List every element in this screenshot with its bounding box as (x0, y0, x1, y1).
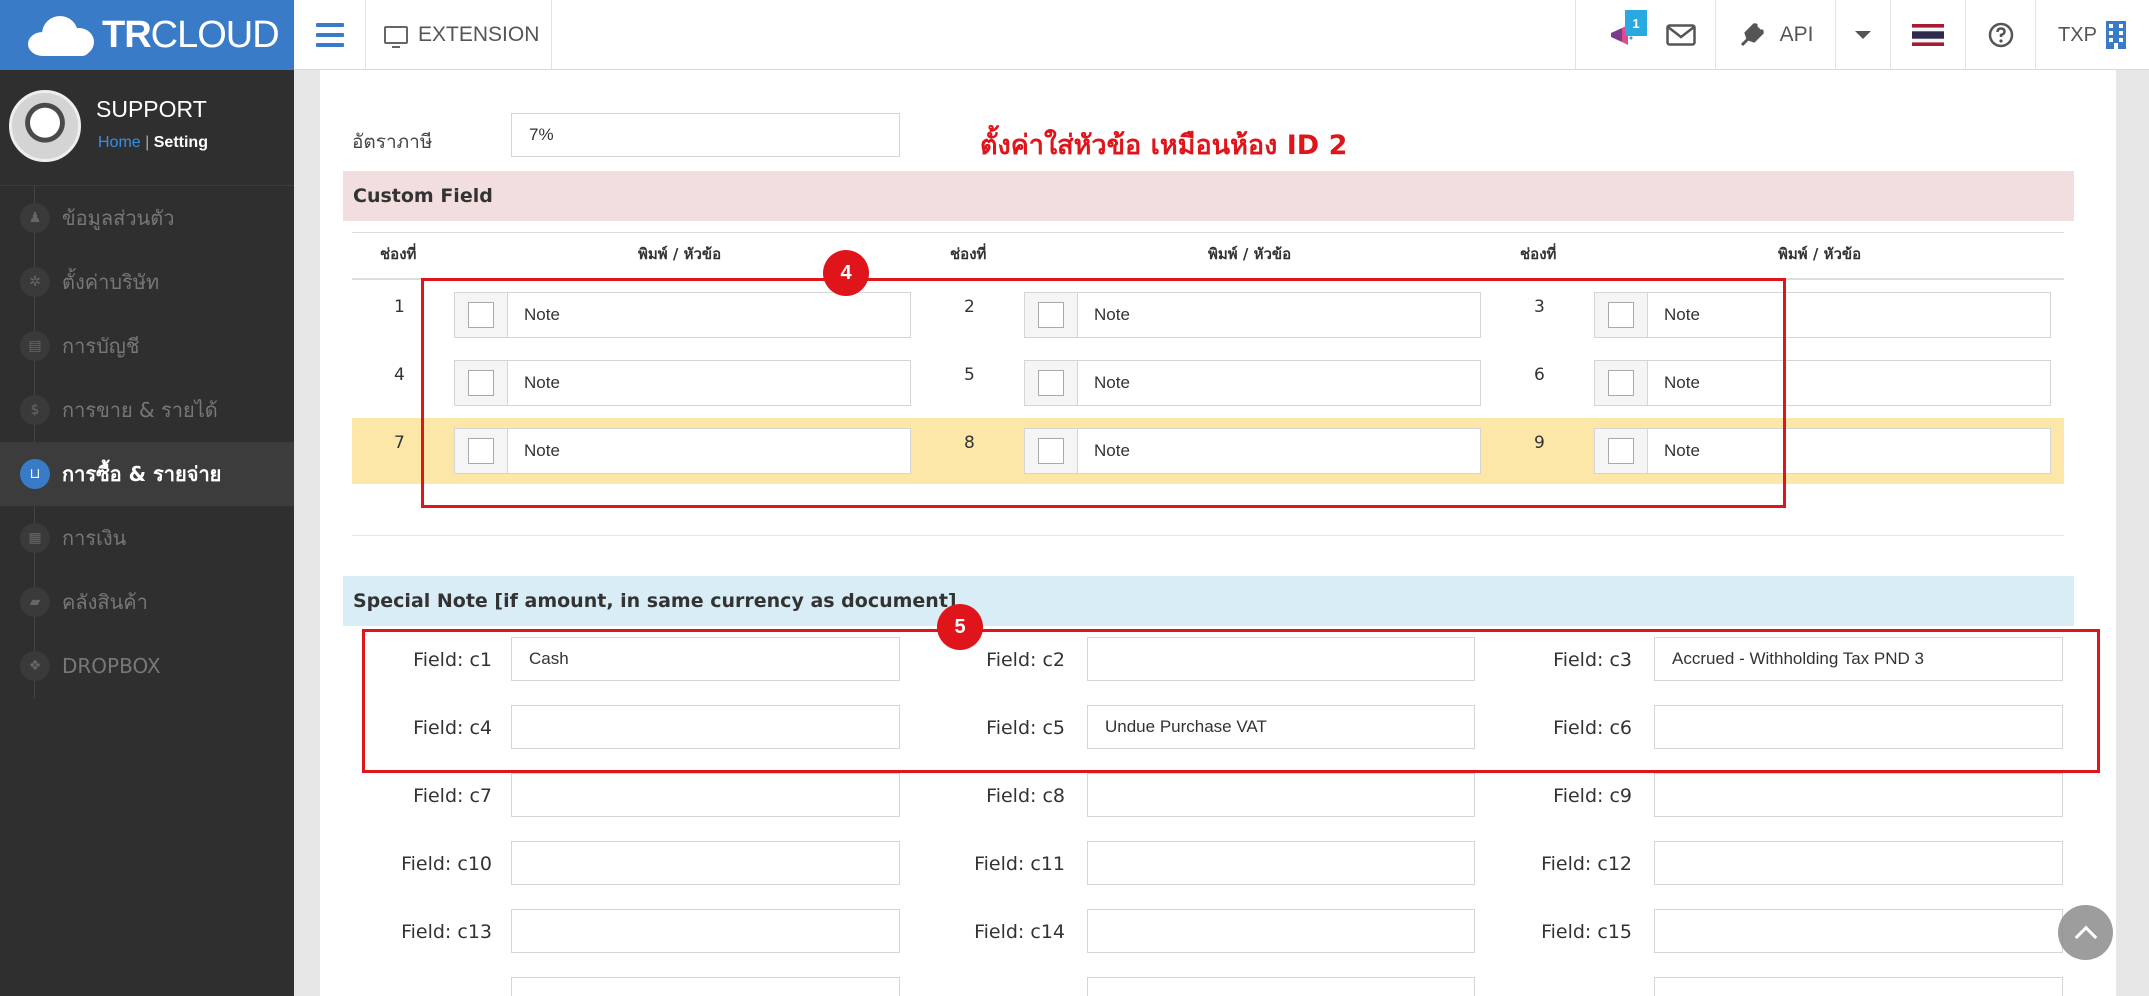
gear-icon: ✲ (20, 267, 50, 297)
field-label: Field: c10 (401, 853, 492, 875)
special-field-partial[interactable] (1087, 977, 1475, 996)
special-field-partial[interactable] (511, 977, 900, 996)
col-slot-header-2: ช่องที่ (950, 245, 987, 263)
row-number: 4 (394, 365, 405, 385)
sidebar-item-sales[interactable]: $ การขาย & รายได้ (0, 378, 294, 442)
sidebar-item-finance[interactable]: ▦ การเงิน (0, 506, 294, 570)
row-number: 1 (394, 297, 405, 317)
sidebar-item-inventory[interactable]: ▰ คลังสินค้า (0, 570, 294, 634)
monitor-icon (384, 26, 408, 48)
field-label: Field: c11 (974, 853, 1065, 875)
truck-icon: ▰ (20, 587, 50, 617)
field-label: Field: c12 (1541, 853, 1632, 875)
breadcrumb-current: Setting (153, 134, 208, 151)
profile-name: SUPPORT (96, 96, 207, 122)
thai-flag-icon (1912, 24, 1944, 46)
sidebar-item-accounting[interactable]: ▤ การบัญชี (0, 314, 294, 378)
field-label: Field: c8 (986, 785, 1065, 807)
hamburger-icon (315, 23, 344, 27)
special-field-c7[interactable] (511, 773, 900, 817)
help-button[interactable] (1965, 0, 2035, 70)
building-icon (2105, 21, 2126, 49)
profile-panel: SUPPORT Home | Setting (0, 70, 294, 186)
caret-down-icon (1855, 31, 1871, 39)
help-icon (1988, 22, 2013, 48)
field-label: Field: c9 (1553, 785, 1632, 807)
breadcrumb-home-link[interactable]: Home (98, 134, 141, 151)
col-print-header-3: พิมพ์ / หัวข้อ (1778, 245, 1862, 263)
special-note-header: Special Note [if amount, in same currenc… (343, 576, 2074, 626)
field-label: Field: c13 (401, 921, 492, 943)
field-label: Field: c15 (1541, 921, 1632, 943)
special-field-c10[interactable] (511, 841, 900, 885)
special-field-c15[interactable] (1654, 909, 2063, 953)
sidebar-nav: ♟ ข้อมูลส่วนตัว ✲ ตั้งค่าบริษัท ▤ การบัญชี … (0, 186, 294, 698)
annotation-box-5 (362, 629, 2100, 773)
page-scrollbar[interactable] (2116, 70, 2149, 996)
col-print-header-2: พิมพ์ / หัวข้อ (1208, 245, 1292, 263)
user-menu-button[interactable]: TXP (2035, 0, 2149, 70)
tax-rate-label: อัตราภาษี (352, 131, 433, 153)
special-field-c12[interactable] (1654, 841, 2063, 885)
sidebar: SUPPORT Home | Setting ♟ ข้อมูลส่วนตัว ✲ ต… (0, 70, 294, 996)
annotation-marker-5: 5 (937, 604, 983, 650)
col-slot-header-1: ช่องที่ (380, 245, 417, 263)
extension-button[interactable]: EXTENSION (366, 0, 552, 70)
cloud-icon (28, 14, 96, 56)
plug-icon (1740, 22, 1764, 47)
tax-rate-input[interactable]: 7% (511, 113, 900, 157)
chevron-up-icon (2074, 925, 2097, 948)
cart-icon: ⊔ (20, 459, 50, 489)
annotation-text: ตั้งค่าใส่หัวข้อ เหมือนห้อง ID 2 (980, 130, 1348, 161)
field-label: Field: c14 (974, 921, 1065, 943)
extension-label: EXTENSION (418, 23, 540, 46)
sidebar-item-profile[interactable]: ♟ ข้อมูลส่วนตัว (0, 186, 294, 250)
language-button[interactable] (1890, 0, 1965, 70)
col-slot-header-3: ช่องที่ (1520, 245, 1557, 263)
logo-bold-text: TR (102, 13, 152, 56)
api-label: API (1779, 23, 1814, 46)
annotation-box-4 (421, 278, 1786, 508)
mail-button[interactable] (1665, 0, 1697, 70)
row-number: 7 (394, 433, 405, 453)
mail-icon (1666, 24, 1696, 46)
custom-field-header: Custom Field (343, 171, 2074, 221)
special-field-c9[interactable] (1654, 773, 2063, 817)
special-field-partial[interactable] (1654, 977, 2063, 996)
field-label: Field: c7 (413, 785, 492, 807)
user-label: TXP (2058, 23, 2097, 46)
dollar-icon: $ (20, 395, 50, 425)
breadcrumb: Home | Setting (98, 134, 208, 151)
api-button[interactable]: API (1715, 0, 1835, 70)
col-print-header-1: พิมพ์ / หัวข้อ (638, 245, 722, 263)
top-bar: TRCLOUD EXTENSION 1 API TXP (0, 0, 2149, 70)
sidebar-item-dropbox[interactable]: ❖ DROPBOX (0, 634, 294, 698)
special-field-c14[interactable] (1087, 909, 1475, 953)
calendar-icon: ▦ (20, 523, 50, 553)
notification-badge: 1 (1625, 10, 1647, 36)
special-field-c8[interactable] (1087, 773, 1475, 817)
logo-light-text: CLOUD (150, 13, 280, 56)
book-icon: ▤ (20, 331, 50, 361)
avatar[interactable] (9, 90, 81, 162)
special-field-c11[interactable] (1087, 841, 1475, 885)
scroll-to-top-button[interactable] (2058, 905, 2113, 960)
app-logo[interactable]: TRCLOUD (0, 0, 294, 70)
sidebar-item-company-settings[interactable]: ✲ ตั้งค่าบริษัท (0, 250, 294, 314)
special-field-c13[interactable] (511, 909, 900, 953)
sidebar-item-purchases[interactable]: ⊔ การซื้อ & รายจ่าย (0, 442, 294, 506)
menu-toggle-button[interactable] (294, 0, 366, 70)
annotation-marker-4: 4 (823, 250, 869, 296)
user-icon: ♟ (20, 203, 50, 233)
dropdown-button[interactable] (1835, 0, 1890, 70)
notification-button[interactable]: 1 (1575, 0, 1665, 70)
dropbox-icon: ❖ (20, 651, 50, 681)
